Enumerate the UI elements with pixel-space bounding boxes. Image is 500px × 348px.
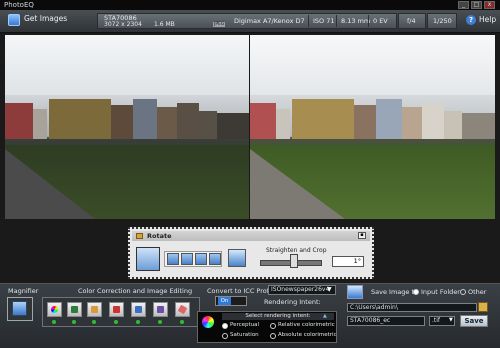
- status-dot: [136, 320, 140, 324]
- correction-tools-panel: [42, 297, 200, 327]
- other-folder-label: Other: [468, 288, 487, 296]
- other-folder-radio[interactable]: [460, 289, 466, 295]
- image-dimensions: 3072 x 2304: [104, 21, 142, 28]
- resize-icon[interactable]: [153, 302, 168, 317]
- chevron-up-icon[interactable]: ▲: [323, 313, 327, 319]
- magnifier-label: Magnifier: [8, 287, 39, 295]
- camera-model: Digimax A7/Kenox D7: [234, 17, 305, 25]
- file-size: 1.6 MB: [154, 21, 175, 28]
- get-images-icon[interactable]: [8, 14, 20, 26]
- icc-toggle-on: On: [218, 297, 231, 305]
- color-wheel-icon: [202, 316, 214, 328]
- image-info-bar: STA70086 3072 x 2304 1.6 MB JPEG Digimax…: [97, 13, 397, 29]
- format-badge: JPEG: [213, 22, 226, 27]
- iso-value: ISO 71: [313, 17, 335, 25]
- chevron-down-icon[interactable]: ▼: [449, 317, 453, 323]
- focal-length: 8.13 mm: [341, 17, 371, 25]
- get-images-button[interactable]: Get Images: [24, 14, 67, 23]
- rotate-title: Rotate: [147, 232, 172, 240]
- intent-perceptual-label: Perceptual: [230, 322, 260, 328]
- status-dot: [72, 320, 76, 324]
- intent-saturation-label: Saturation: [230, 332, 259, 338]
- save-path-field[interactable]: C:\Users\admin\: [347, 303, 477, 312]
- magnifier-icon: [12, 301, 27, 316]
- save-button[interactable]: Save: [460, 315, 488, 327]
- intent-absolute-label: Absolute colorimetric: [278, 332, 337, 338]
- rendering-intent-label: Rendering Intent:: [264, 298, 321, 306]
- rotate-preview-icon[interactable]: [136, 247, 160, 271]
- output-filename-field[interactable]: STA70086_ec: [347, 316, 425, 326]
- crop-icon[interactable]: [109, 302, 124, 317]
- exposure-bias: 0 EV: [373, 17, 388, 25]
- help-icon[interactable]: ?: [466, 15, 476, 25]
- rotate-button-group: [164, 251, 222, 267]
- save-image-label: Save Image to: [371, 288, 418, 296]
- straighten-icon[interactable]: [228, 249, 246, 267]
- convert-icc-label: Convert to ICC Profile: [207, 287, 277, 295]
- icc-profile-select[interactable]: ISOnewspaper26v4: [268, 285, 336, 295]
- title-bar: PhotoEQ _ □ x: [0, 0, 500, 10]
- straighten-label: Straighten and Crop: [266, 247, 327, 254]
- degree-symbol: °: [357, 257, 361, 265]
- input-folder-label: Input Folder: [421, 288, 460, 296]
- output-format-value: .tif: [432, 317, 441, 324]
- shutter-cell: 1/250: [427, 13, 457, 29]
- output-filename-value: STA70086_ec: [350, 317, 391, 324]
- input-folder-radio[interactable]: [413, 289, 419, 295]
- maximize-button[interactable]: □: [471, 1, 482, 9]
- original-image-preview: [5, 35, 249, 219]
- magnifier-button[interactable]: [7, 297, 33, 321]
- sharpen-icon[interactable]: [131, 302, 146, 317]
- folder-icon[interactable]: [478, 302, 488, 312]
- flip-vertical-icon[interactable]: [209, 253, 221, 265]
- flip-horizontal-icon[interactable]: [195, 253, 207, 265]
- rotation-angle-field[interactable]: 1°: [332, 256, 364, 267]
- intent-saturation-radio[interactable]: [222, 333, 228, 339]
- rotate-panel-toggle-icon[interactable]: ▪: [358, 232, 366, 239]
- straighten-slider-handle[interactable]: [290, 254, 298, 268]
- intent-relative-label: Relative colorimetric: [278, 322, 335, 328]
- intent-relative-radio[interactable]: [270, 323, 276, 329]
- shutter-speed: 1/250: [433, 17, 452, 25]
- levels-icon[interactable]: [87, 302, 102, 317]
- rotate-left-icon[interactable]: [167, 253, 179, 265]
- corrected-image-preview: [250, 35, 495, 219]
- icc-profile-value: ISOnewspaper26v4: [271, 286, 330, 293]
- eraser-icon[interactable]: [175, 302, 190, 317]
- status-dot: [52, 320, 56, 324]
- auto-correct-icon[interactable]: [67, 302, 82, 317]
- minimize-button[interactable]: _: [458, 1, 469, 9]
- rotate-right-icon[interactable]: [181, 253, 193, 265]
- status-dot: [180, 320, 184, 324]
- rendering-intent-header: Select rendering intent:: [222, 313, 334, 320]
- color-wheel-icon[interactable]: [47, 302, 62, 317]
- close-button[interactable]: x: [484, 1, 495, 9]
- intent-perceptual-radio[interactable]: [222, 323, 228, 329]
- status-dot: [92, 320, 96, 324]
- status-dot: [158, 320, 162, 324]
- rendering-intent-popup: Select rendering intent: ▲ Perceptual Re…: [197, 311, 337, 343]
- rotate-icon: [136, 233, 143, 239]
- color-correction-label: Color Correction and Image Editing: [78, 287, 193, 295]
- save-image-icon: [347, 285, 363, 299]
- aperture-cell: f/4: [398, 13, 426, 29]
- chevron-down-icon[interactable]: ▼: [327, 286, 332, 293]
- aperture-value: f/4: [407, 17, 416, 25]
- save-path-value: C:\Users\admin\: [350, 304, 398, 311]
- window-title: PhotoEQ: [4, 1, 34, 9]
- icc-toggle[interactable]: On: [215, 296, 247, 306]
- status-dot: [114, 320, 118, 324]
- rotate-panel: Rotate ▪ Straighten and Crop 1°: [128, 227, 374, 279]
- intent-absolute-radio[interactable]: [270, 333, 276, 339]
- help-button[interactable]: Help: [479, 15, 496, 24]
